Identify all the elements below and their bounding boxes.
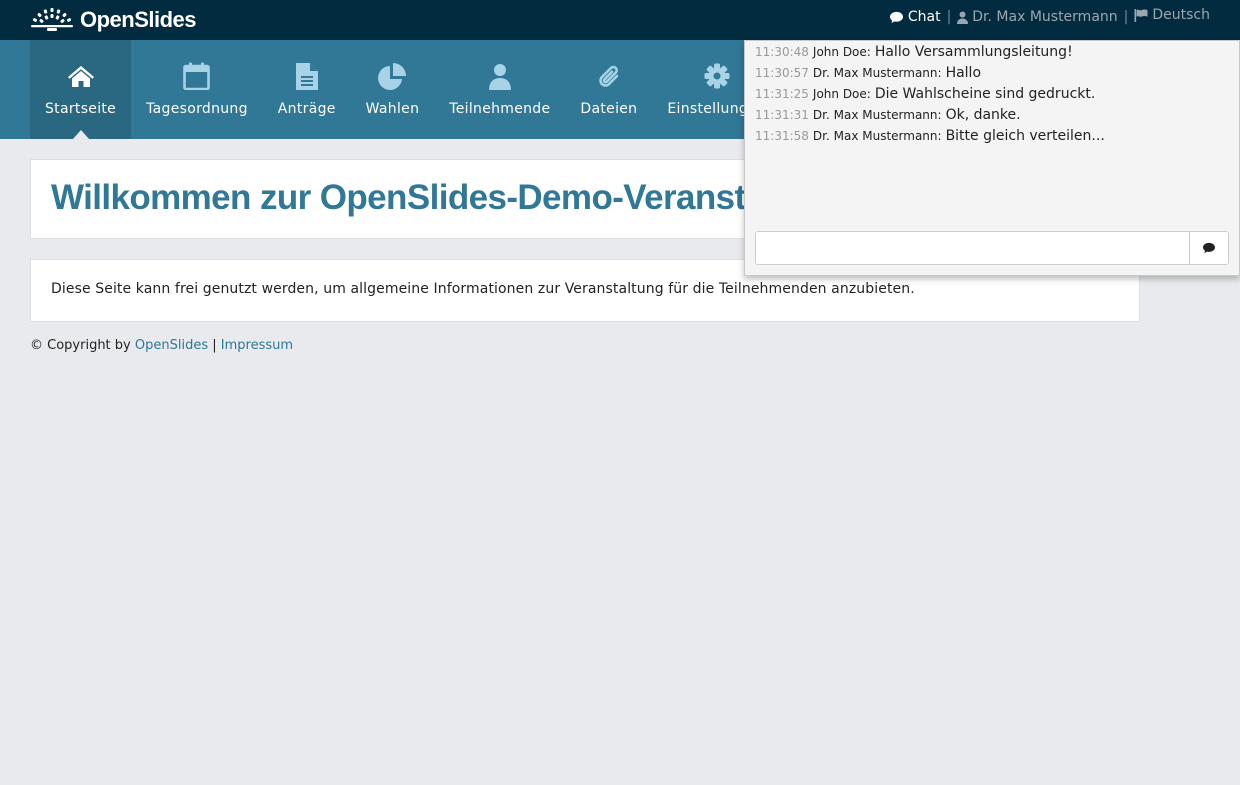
chat-message: 11:31:58 Dr. Max Mustermann: Bitte gleic…: [755, 128, 1105, 144]
file-text-icon: [295, 62, 318, 90]
chat-form: [755, 231, 1229, 265]
top-right-menu: Chat | Dr. Max Mustermann | Deutsch: [889, 0, 1210, 34]
chat-time: 11:31:58: [755, 129, 809, 143]
nav-label: Anträge: [277, 101, 336, 117]
chat-input[interactable]: [755, 231, 1189, 265]
nav-item-wahlen[interactable]: Wahlen: [351, 40, 435, 139]
chat-author: John Doe:: [812, 45, 871, 59]
chat-panel: 11:30:48 John Doe: Hallo Versammlungslei…: [744, 40, 1240, 276]
nav-item-startseite[interactable]: Startseite: [30, 40, 132, 139]
chat-label: Chat: [907, 9, 941, 25]
chat-text: Bitte gleich verteilen...: [945, 128, 1105, 144]
chat-author: Dr. Max Mustermann:: [812, 108, 942, 122]
chat-icon: [889, 11, 903, 23]
chat-text: Hallo Versammlungsleitung!: [874, 44, 1073, 60]
impressum-link[interactable]: Impressum: [221, 338, 293, 353]
chat-send-icon: [1203, 242, 1215, 254]
chat-time: 11:31:25: [755, 87, 809, 101]
chat-text: Hallo: [945, 65, 982, 81]
user-menu[interactable]: Dr. Max Mustermann: [957, 9, 1118, 25]
chat-text: Die Wahlscheine sind gedruckt.: [874, 86, 1096, 102]
nav-label: Wahlen: [365, 101, 420, 117]
nav-item-teilnehmende[interactable]: Teilnehmende: [434, 40, 565, 139]
user-icon: [488, 63, 511, 90]
chat-time: 11:31:31: [755, 108, 809, 122]
gear-icon: [704, 63, 730, 89]
chat-author: John Doe:: [812, 87, 871, 101]
openslides-logo-icon: [31, 8, 73, 31]
chat-author: Dr. Max Mustermann:: [812, 129, 942, 143]
top-bar: OpenSlides Chat | Dr. Max Mustermann | D…: [0, 0, 1240, 40]
user-icon: [957, 11, 969, 24]
language-menu[interactable]: Deutsch: [1134, 7, 1210, 23]
home-icon: [67, 66, 94, 87]
nav-label: Tagesordnung: [146, 101, 248, 117]
openslides-link[interactable]: OpenSlides: [135, 338, 208, 353]
openslides-logo[interactable]: OpenSlides: [30, 6, 197, 34]
divider: |: [946, 9, 952, 25]
pie-chart-icon: [377, 62, 406, 90]
nav-item-antraege[interactable]: Anträge: [263, 40, 351, 139]
nav-label: Teilnehmende: [449, 101, 551, 117]
active-indicator: [72, 130, 89, 139]
brand-name: OpenSlides: [80, 7, 197, 32]
chat-send-button[interactable]: [1189, 231, 1229, 265]
flag-icon: [1134, 8, 1148, 22]
page-title: Willkommen zur OpenSlides-Demo-Veranstal…: [51, 178, 848, 217]
chat-message: 11:31:25 John Doe: Die Wahlscheine sind …: [755, 86, 1095, 102]
welcome-text: Diese Seite kann frei genutzt werden, um…: [51, 281, 915, 297]
chat-message: 11:30:57 Dr. Max Mustermann: Hallo: [755, 65, 981, 81]
chat-message: 11:30:48 John Doe: Hallo Versammlungslei…: [755, 44, 1073, 60]
language-label: Deutsch: [1152, 7, 1210, 23]
chat-time: 11:30:57: [755, 66, 809, 80]
calendar-icon: [183, 62, 211, 90]
divider: |: [1123, 9, 1129, 25]
nav-label: Startseite: [45, 101, 117, 117]
chat-time: 11:30:48: [755, 45, 809, 59]
nav-item-tagesordnung[interactable]: Tagesordnung: [131, 40, 263, 139]
nav-item-dateien[interactable]: Dateien: [565, 40, 652, 139]
nav-label: Dateien: [580, 101, 638, 117]
chat-message: 11:31:31 Dr. Max Mustermann: Ok, danke.: [755, 107, 1021, 123]
footer-divider: |: [212, 338, 217, 353]
chat-author: Dr. Max Mustermann:: [812, 66, 942, 80]
paperclip-icon: [599, 65, 619, 87]
chat-text: Ok, danke.: [945, 107, 1021, 123]
copyright-text: © Copyright by: [30, 338, 131, 353]
user-name: Dr. Max Mustermann: [972, 9, 1118, 25]
footer: © Copyright by OpenSlides | Impressum: [30, 338, 293, 353]
chat-toggle[interactable]: Chat: [889, 9, 941, 25]
